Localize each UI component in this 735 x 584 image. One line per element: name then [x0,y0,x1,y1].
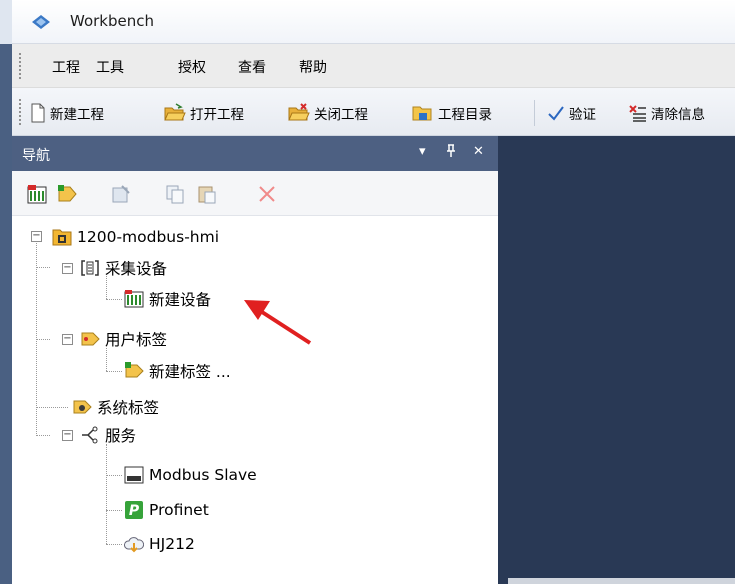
pin-icon[interactable] [446,144,456,162]
paste-icon[interactable] [196,183,218,205]
toolbar: 新建工程 打开工程 关闭工程 工程目录 验证 清除信息 [12,88,735,136]
user-tags-label: 用户标签 [105,331,168,349]
toolbar-separator [534,100,535,126]
tree-connector [36,435,50,436]
tree-connector [106,444,107,544]
project-directory-label: 工程目录 [438,107,492,123]
add-tag-icon[interactable] [56,183,78,205]
tree-item-project[interactable]: 1200-modbus-hmi [52,225,219,249]
clear-info-button[interactable]: 清除信息 [629,102,705,124]
menu-bar: 工程 工具 授权 查看 帮助 [12,44,735,88]
verify-button[interactable]: 验证 [547,102,596,124]
close-project-label: 关闭工程 [314,107,368,123]
navigation-toolbar [12,171,498,216]
new-file-icon [31,103,45,123]
window-left-border [0,44,12,584]
project-directory-button[interactable]: 工程目录 [412,102,492,124]
project-icon [52,229,72,246]
modbus-slave-label: Modbus Slave [149,466,257,484]
tree-connector [106,299,122,300]
tree-connector [36,407,68,408]
tree-connector [106,348,107,371]
new-device-label: 新建设备 [149,291,212,309]
services-icon [82,426,98,444]
expander-services[interactable]: − [62,430,73,441]
project-directory-icon [412,106,432,121]
project-label: 1200-modbus-hmi [77,228,220,246]
menu-tools[interactable]: 工具 [96,57,124,77]
check-icon [548,106,564,121]
open-project-button[interactable]: 打开工程 [164,102,244,124]
modbus-slave-icon [124,466,144,484]
hj212-cloud-icon [124,537,144,553]
panel-dropdown-icon[interactable]: ▾ [419,144,426,159]
properties-icon[interactable] [110,183,132,205]
tree-item-acquisition-devices[interactable]: 采集设备 [80,256,167,280]
tree-connector [36,339,50,340]
new-tag-label: 新建标签 ... [149,363,231,381]
clear-list-icon [629,105,646,122]
navigation-panel: 导航 ▾ ✕ − − − − 1200-modbus-hmi 采集设备 新建设备… [12,136,498,584]
navigation-tree: − − − − 1200-modbus-hmi 采集设备 新建设备 用户标签 新… [12,216,498,584]
expander-project[interactable]: − [31,231,42,242]
title-bar: Workbench [0,0,735,44]
add-device-icon[interactable] [26,183,48,205]
menu-project[interactable]: 工程 [52,57,80,77]
menu-license[interactable]: 授权 [178,57,206,77]
tree-item-new-device[interactable]: 新建设备 [124,287,211,311]
workspace-area [498,136,735,584]
open-folder-icon [164,103,186,121]
tree-item-modbus-slave[interactable]: Modbus Slave [124,463,257,487]
expander-user-tags[interactable]: − [62,334,73,345]
menu-view[interactable]: 查看 [238,57,266,77]
toolbar-grip[interactable] [18,98,22,126]
copy-icon[interactable] [164,183,186,205]
panel-close-icon[interactable]: ✕ [473,144,484,159]
expander-acquisition[interactable]: − [62,263,73,274]
device-group-icon [81,260,99,276]
svg-text:P: P [129,503,140,519]
system-tags-label: 系统标签 [97,399,160,417]
clear-info-label: 清除信息 [651,107,705,123]
navigation-header: 导航 ▾ ✕ [12,136,498,171]
tree-item-hj212[interactable]: HJ212 [124,532,195,556]
close-folder-icon [288,103,310,121]
new-device-icon [124,290,144,308]
navigation-title: 导航 [22,148,50,164]
new-tag-icon [125,362,144,378]
hj212-label: HJ212 [149,535,195,553]
verify-label: 验证 [569,107,596,123]
window-left-edge [0,0,12,44]
tree-connector [106,510,122,511]
workbench-app-icon [30,13,52,35]
tree-item-user-tags[interactable]: 用户标签 [80,327,167,351]
tree-connector [106,544,122,545]
services-label: 服务 [105,427,137,445]
delete-icon[interactable] [256,183,278,205]
profinet-icon: P [125,501,143,519]
new-project-button[interactable]: 新建工程 [30,102,104,124]
tree-item-system-tags[interactable]: 系统标签 [72,395,159,419]
menu-help[interactable]: 帮助 [299,57,327,77]
tree-connector [106,371,122,372]
profinet-label: Profinet [149,501,209,519]
tree-item-profinet[interactable]: P Profinet [124,498,209,522]
window-title: Workbench [70,12,154,30]
tree-item-new-tag[interactable]: 新建标签 ... [124,359,231,383]
close-project-button[interactable]: 关闭工程 [288,102,368,124]
tree-connector [36,267,50,268]
tree-connector [106,475,122,476]
user-tags-icon [81,332,100,346]
workspace-bottom-strip [508,578,735,584]
menu-grip[interactable] [18,52,22,80]
open-project-label: 打开工程 [190,107,244,123]
tree-item-services[interactable]: 服务 [80,423,136,447]
new-project-label: 新建工程 [50,107,104,123]
system-tags-icon [73,400,92,414]
acquisition-devices-label: 采集设备 [105,260,168,278]
